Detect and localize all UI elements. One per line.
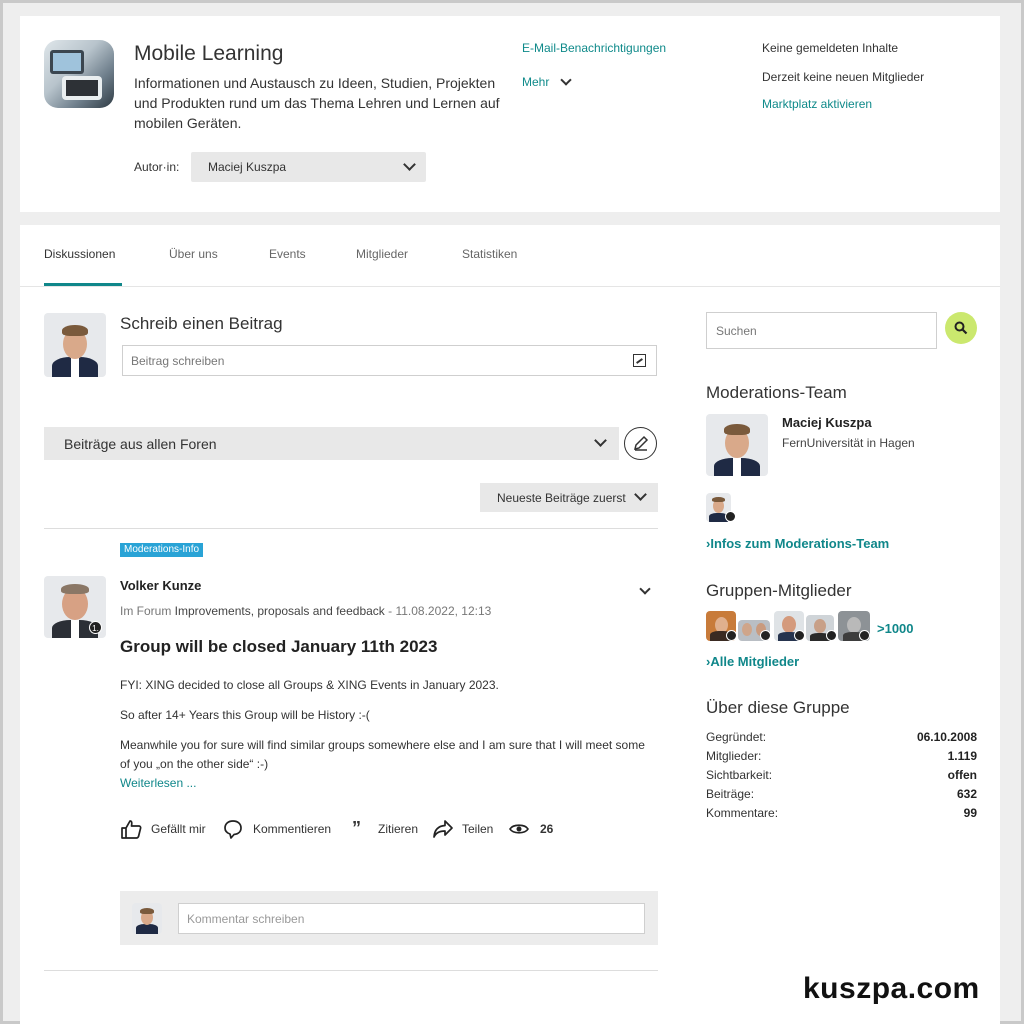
group-description: Informationen und Austausch zu Ideen, St…	[134, 75, 500, 131]
new-members-info: Derzeit keine neuen Mitglieder	[762, 70, 925, 84]
tab-diskussionen[interactable]: Diskussionen	[44, 247, 115, 261]
read-more-link[interactable]: Weiterlesen ...	[120, 776, 196, 790]
thumbs-up-icon[interactable]	[120, 819, 142, 839]
view-count: 26	[540, 822, 554, 836]
post-options-chevron-icon[interactable]	[639, 583, 651, 595]
stat-label: Mitglieder:	[706, 749, 762, 763]
moderation-team-info-link[interactable]: ›Infos zum Moderations-Team	[706, 536, 889, 551]
all-members-link[interactable]: ›Alle Mitglieder	[706, 654, 799, 669]
tab-statistiken[interactable]: Statistiken	[462, 247, 517, 261]
image-icon[interactable]	[633, 354, 646, 367]
post-paragraph: So after 14+ Years this Group will be Hi…	[120, 708, 370, 722]
author-select-value: Maciej Kuszpa	[208, 160, 287, 174]
eye-icon	[509, 824, 529, 834]
search-input-placeholder: Suchen	[716, 324, 757, 338]
search-input[interactable]: Suchen	[706, 312, 937, 349]
moderator-organization: FernUniversität in Hagen	[782, 436, 915, 450]
comment-area: Kommentar schreiben	[120, 891, 658, 945]
quote-icon[interactable]: ”	[352, 818, 361, 839]
forum-filter-select[interactable]: Beiträge aus allen Foren	[44, 427, 619, 460]
search-icon	[954, 321, 968, 335]
more-menu-button[interactable]: Mehr	[522, 75, 549, 89]
post-paragraph: FYI: XING decided to close all Groups & …	[120, 678, 499, 692]
chevron-down-icon[interactable]	[560, 74, 572, 86]
stat-value: 99	[963, 806, 977, 820]
rank-badge	[726, 630, 737, 641]
moderation-team-heading: Moderations-Team	[706, 383, 847, 402]
moderator-name[interactable]: Maciej Kuszpa	[782, 415, 872, 430]
post-input[interactable]: Beitrag schreiben	[122, 345, 657, 376]
stat-label: Gegründet:	[706, 730, 767, 744]
about-group-heading: Über diese Gruppe	[706, 698, 850, 717]
moderation-tag: Moderations-Info	[120, 543, 204, 557]
compose-title: Schreib einen Beitrag	[120, 314, 283, 333]
stat-label: Kommentare:	[706, 806, 779, 820]
stat-value: 632	[956, 787, 977, 801]
email-notifications-link[interactable]: E-Mail-Benachrichtigungen	[522, 41, 666, 55]
comment-input[interactable]: Kommentar schreiben	[178, 903, 645, 934]
reported-content-info: Keine gemeldeten Inhalte	[762, 41, 899, 55]
sort-select[interactable]: Neueste Beiträge zuerst	[480, 483, 658, 512]
active-tab-indicator	[44, 283, 122, 286]
chevron-down-icon	[403, 158, 416, 171]
sort-select-value: Neueste Beiträge zuerst	[497, 491, 626, 505]
rank-badge	[760, 630, 771, 641]
tab-ueber-uns[interactable]: Über uns	[169, 247, 218, 261]
comment-icon[interactable]	[223, 819, 243, 839]
group-members-heading: Gruppen-Mitglieder	[706, 581, 852, 600]
divider	[44, 528, 658, 529]
post-input-placeholder: Beitrag schreiben	[131, 354, 225, 368]
group-image	[44, 40, 114, 108]
author-select[interactable]: Maciej Kuszpa	[191, 152, 426, 182]
chevron-down-icon	[634, 488, 647, 501]
watermark: kuszpa.com	[803, 972, 980, 1005]
new-post-button[interactable]	[624, 427, 657, 460]
pencil-icon	[633, 435, 649, 451]
post-author-name[interactable]: Volker Kunze	[120, 578, 201, 593]
avatar	[44, 313, 106, 377]
quote-button[interactable]: Zitieren	[378, 822, 418, 836]
stat-value: 06.10.2008	[916, 730, 977, 744]
like-button[interactable]: Gefällt mir	[151, 822, 206, 836]
members-count-link[interactable]: >1000	[877, 621, 914, 636]
chevron-down-icon	[594, 434, 607, 447]
post-paragraph: Meanwhile you for sure will find similar…	[120, 738, 645, 771]
divider	[44, 970, 658, 971]
comment-button[interactable]: Kommentieren	[253, 822, 331, 836]
post-meta: Im Forum Improvements, proposals and fee…	[120, 604, 492, 618]
share-icon[interactable]	[432, 819, 454, 839]
marketplace-link[interactable]: Marktplatz aktivieren	[762, 97, 872, 111]
avatar	[132, 903, 162, 934]
rank-badge: 1.	[89, 621, 102, 634]
search-button[interactable]	[945, 312, 977, 344]
stat-value: 1.119	[947, 749, 977, 763]
group-header: Mobile Learning Informationen und Austau…	[20, 16, 1000, 212]
author-label: Autor·in:	[134, 160, 180, 174]
forum-filter-value: Beiträge aus allen Foren	[64, 436, 217, 452]
rank-badge	[859, 630, 870, 641]
group-title: Mobile Learning	[134, 42, 284, 65]
rank-badge	[725, 511, 736, 522]
rank-badge	[794, 630, 805, 641]
post-forum-link[interactable]: Improvements, proposals and feedback	[175, 604, 385, 618]
share-button[interactable]: Teilen	[462, 822, 493, 836]
post-title: Group will be closed January 11th 2023	[120, 637, 438, 656]
stat-value: offen	[947, 768, 977, 782]
tab-events[interactable]: Events	[269, 247, 306, 261]
tab-bar: Diskussionen Über uns Events Mitglieder …	[20, 225, 1000, 287]
moderator-avatar[interactable]	[706, 414, 768, 476]
stat-label: Beiträge:	[706, 787, 755, 801]
main-content: Diskussionen Über uns Events Mitglieder …	[20, 225, 1000, 1024]
tab-mitglieder[interactable]: Mitglieder	[356, 247, 408, 261]
comment-input-placeholder: Kommentar schreiben	[187, 912, 305, 926]
rank-badge	[826, 630, 837, 641]
stat-label: Sichtbarkeit:	[706, 768, 773, 782]
